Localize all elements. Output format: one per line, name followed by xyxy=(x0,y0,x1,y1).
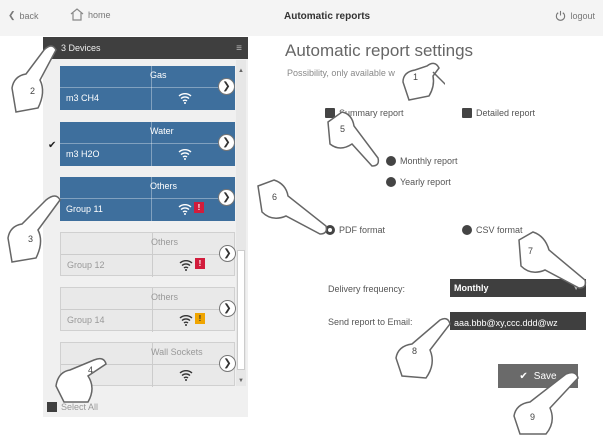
delivery-frequency-label: Delivery frequency: xyxy=(328,284,406,294)
power-icon xyxy=(556,10,566,21)
settings-subtitle: Possibility, only available w xyxy=(287,68,395,78)
callout-5-number: 5 xyxy=(340,124,346,134)
yearly-report-radio[interactable]: Yearly report xyxy=(386,177,451,187)
wifi-icon xyxy=(178,149,192,160)
callout-6-hand-icon xyxy=(257,179,328,235)
chevron-right-icon[interactable]: ❯ xyxy=(219,355,236,372)
callout-4-number: 4 xyxy=(88,365,94,375)
alert-badge: ! xyxy=(194,202,204,213)
device-card-water[interactable]: Water m3 H2O ❯ xyxy=(60,122,235,166)
device-category: Others xyxy=(151,292,179,302)
device-unit: Group 12 xyxy=(67,260,105,270)
device-card-group-11[interactable]: Others Group 11 ! ❯ xyxy=(60,177,235,221)
device-category: Water xyxy=(150,126,174,136)
chevron-right-icon[interactable]: ❯ xyxy=(218,134,235,151)
callout-8-number: 8 xyxy=(412,346,418,356)
page-title: Automatic reports xyxy=(284,11,371,22)
scroll-down-icon[interactable]: ▼ xyxy=(238,378,244,384)
wifi-icon xyxy=(178,204,192,215)
monthly-report-radio[interactable]: Monthly report xyxy=(386,156,458,166)
chevron-left-icon: ❮ xyxy=(8,10,16,20)
devices-header-label: 3 Devices xyxy=(61,43,101,53)
device-category: Wall Sockets xyxy=(151,347,203,357)
devices-header: 3 Devices ≡ xyxy=(43,37,248,59)
email-input[interactable] xyxy=(450,312,586,330)
device-category: Others xyxy=(151,237,179,247)
monthly-report-label: Monthly report xyxy=(400,156,458,166)
chevron-right-icon[interactable]: ❯ xyxy=(219,300,236,317)
detailed-report-checkbox[interactable]: Detailed report xyxy=(462,108,535,118)
wifi-icon xyxy=(179,260,193,271)
callout-7-number: 7 xyxy=(528,246,534,256)
callout-3-hand-icon xyxy=(7,195,61,263)
device-category: Others xyxy=(150,181,178,191)
wifi-icon xyxy=(178,93,192,104)
pdf-format-label: PDF format xyxy=(339,225,386,235)
callout-9-number: 9 xyxy=(530,412,536,422)
menu-icon[interactable]: ≡ xyxy=(236,43,242,54)
device-category: Gas xyxy=(150,70,167,80)
callout-8-hand-icon xyxy=(395,317,451,379)
back-label: back xyxy=(19,10,39,21)
radio-icon[interactable] xyxy=(462,225,472,235)
scroll-thumb[interactable] xyxy=(237,250,245,370)
chevron-right-icon[interactable]: ❯ xyxy=(218,78,235,95)
callout-9-hand-icon xyxy=(513,371,579,435)
chevron-right-icon[interactable]: ❯ xyxy=(219,245,236,262)
device-unit: m3 H2O xyxy=(66,149,100,159)
detailed-report-label: Detailed report xyxy=(476,108,536,118)
delivery-frequency-value: Monthly xyxy=(454,283,489,293)
home-button[interactable]: home xyxy=(70,8,111,21)
top-bar: ❮ back home Automatic reports logout xyxy=(0,0,603,36)
callout-7-hand-icon xyxy=(518,231,587,289)
logout-button[interactable]: logout xyxy=(555,10,595,21)
home-label: home xyxy=(88,9,111,20)
callout-1-number: 1 xyxy=(413,72,419,82)
callout-1-hand-icon xyxy=(402,62,445,101)
device-card-group-14[interactable]: Others Group 14 ! ❯ xyxy=(60,287,236,332)
radio-icon[interactable] xyxy=(386,177,396,187)
pdf-format-radio[interactable]: PDF format xyxy=(325,225,385,235)
device-unit: Group 11 xyxy=(66,204,103,214)
alert-badge: ! xyxy=(195,313,205,324)
logout-label: logout xyxy=(570,10,595,21)
home-icon xyxy=(70,8,84,21)
checkbox-icon[interactable] xyxy=(462,108,472,118)
callout-2-number: 2 xyxy=(30,86,36,96)
wifi-icon xyxy=(179,370,193,381)
back-button[interactable]: ❮ back xyxy=(8,10,39,21)
device-unit: m3 CH4 xyxy=(66,93,100,103)
device-list-scrollbar[interactable]: ▲ ▼ xyxy=(236,60,246,386)
alert-badge: ! xyxy=(195,258,205,269)
checkmark-icon: ✔ xyxy=(48,140,57,151)
callout-6-number: 6 xyxy=(272,192,278,202)
device-card-gas[interactable]: Gas m3 CH4 ❯ xyxy=(60,66,235,110)
wifi-icon xyxy=(179,315,193,326)
device-card-group-12[interactable]: Others Group 12 ! ❯ xyxy=(60,232,236,277)
callout-3-number: 3 xyxy=(28,234,34,244)
device-unit: Group 14 xyxy=(67,315,105,325)
callout-2-hand-icon xyxy=(11,45,57,113)
chevron-right-icon[interactable]: ❯ xyxy=(218,189,235,206)
yearly-report-label: Yearly report xyxy=(400,177,451,187)
scroll-up-icon[interactable]: ▲ xyxy=(238,68,244,74)
callout-5-hand-icon xyxy=(327,111,380,167)
callout-4-hand-icon xyxy=(55,357,107,403)
